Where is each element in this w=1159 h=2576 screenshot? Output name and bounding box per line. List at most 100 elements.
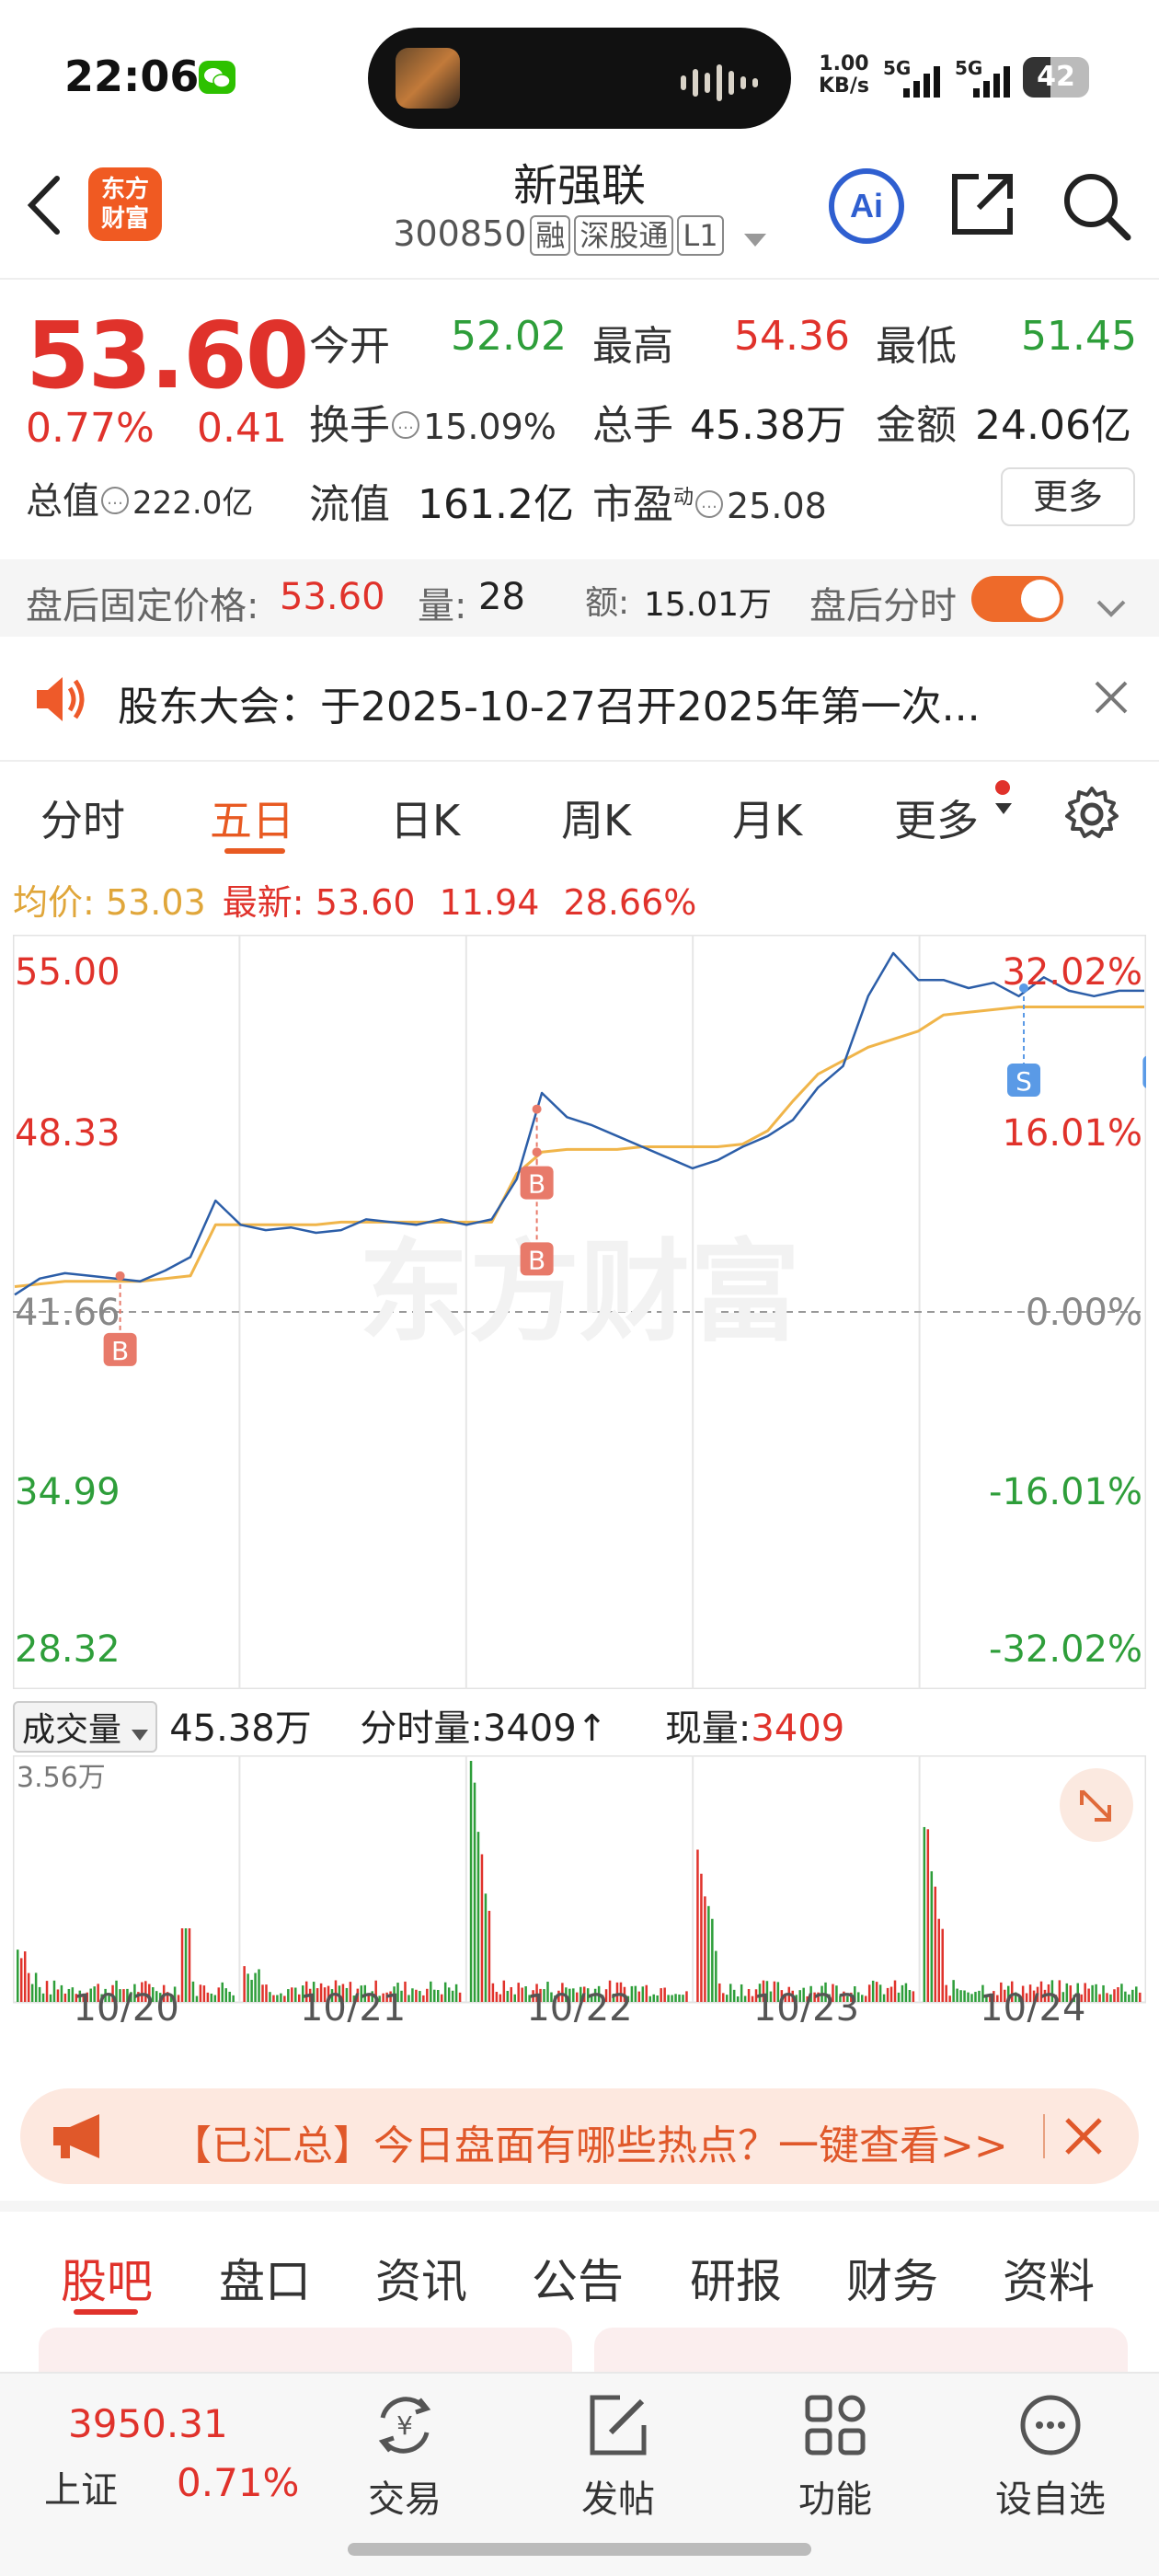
volume-bar — [1098, 1994, 1101, 2002]
close-icon[interactable] — [1063, 2116, 1104, 2160]
nav-add-watchlist[interactable]: 设自选 — [986, 2390, 1115, 2523]
volume-bar — [937, 1918, 940, 2002]
sell-marker[interactable] — [1142, 1055, 1146, 1088]
volume-bar — [502, 1980, 506, 2002]
volume-bar — [740, 1984, 743, 2002]
close-icon[interactable] — [1093, 679, 1130, 726]
stock-header: 东方 财富 新强联 300850 融深股通 L1 Ai — [0, 129, 1159, 276]
volume-bar — [1095, 1984, 1097, 2002]
volume-bar — [276, 1995, 279, 2002]
volume-bar — [671, 1995, 673, 2002]
trade-point — [532, 1104, 542, 1114]
nav-post[interactable]: 发帖 — [554, 2390, 683, 2523]
volume-bar — [743, 1995, 747, 2002]
promo-text: 【已汇总】今日盘面有哪些热点？一键查看>> — [171, 2122, 1008, 2169]
info-icon[interactable]: … — [392, 411, 419, 439]
volume-bar — [1091, 1984, 1094, 2002]
ai-icon[interactable]: Ai — [828, 167, 905, 248]
marker-label: B — [111, 1336, 129, 1366]
volume-bar — [1124, 1991, 1127, 2002]
tab-financials[interactable]: 财务 — [846, 2245, 938, 2311]
pe-row[interactable]: 市盈动… 25.08 — [592, 471, 827, 530]
tab-weekly-k[interactable]: 周K — [561, 788, 631, 848]
volume-bar — [272, 1995, 275, 2002]
pe-value: 25.08 — [727, 486, 827, 526]
volume-bar — [517, 1983, 520, 2002]
high-label: 最高 — [592, 323, 673, 370]
change-pct: 0.77% — [26, 405, 155, 452]
turnover-value: 15.09% — [423, 407, 557, 447]
announcement-bar[interactable]: 股东大会：于2025-10-27召开2025年第一次... — [0, 648, 1159, 751]
volume-bar — [247, 1973, 249, 2002]
tab-daily-k[interactable]: 日K — [390, 788, 460, 848]
expand-icon[interactable] — [1060, 1768, 1133, 1842]
volume-bar — [678, 1994, 681, 2002]
volume-bar — [19, 1958, 23, 2002]
volume-bar — [641, 1986, 645, 2002]
after-vol-value: 28 — [478, 576, 525, 618]
wechat-icon — [197, 59, 237, 99]
y-axis-tick-right: -32.02% — [989, 1628, 1142, 1671]
volume-bar — [912, 1991, 915, 2002]
volume-chart[interactable]: 3.56万 10/20 10/21 10/22 10/23 10/24 — [13, 1755, 1146, 2022]
promo-banner[interactable]: 【已汇总】今日盘面有哪些热点？一键查看>> — [20, 2088, 1139, 2184]
volume-bar — [711, 1918, 714, 2002]
margin-tag: 融 — [530, 215, 571, 256]
volume-bar — [948, 1995, 951, 2002]
volume-bar — [426, 1988, 429, 2002]
nav-functions-label: 功能 — [798, 2478, 872, 2521]
volume-bar — [875, 1982, 878, 2002]
tab-monthly-k[interactable]: 月K — [732, 788, 802, 848]
tab-research[interactable]: 研报 — [690, 2245, 782, 2311]
tab-profile[interactable]: 资料 — [1003, 2245, 1095, 2311]
volume-bar — [480, 1854, 484, 2002]
volume-bar — [34, 1972, 38, 2002]
mktcap-row[interactable]: 总值… 222.0亿 — [26, 471, 253, 524]
volume-bar — [908, 1990, 912, 2002]
volume-bar — [1113, 1989, 1116, 2002]
volume-bar — [1087, 1988, 1090, 2002]
volume-dropdown[interactable]: 成交量 — [13, 1701, 158, 1753]
volume-bar — [191, 1981, 195, 2002]
nav-post-label: 发帖 — [581, 2478, 655, 2521]
search-icon[interactable] — [1060, 169, 1133, 247]
volume-bar — [476, 1832, 480, 2002]
volume-bar — [952, 1980, 955, 2002]
volume-bar — [1106, 1993, 1108, 2002]
tab-forum[interactable]: 股吧 — [61, 2245, 153, 2311]
now-volume-label: 现量: — [664, 1708, 752, 1750]
tab-news[interactable]: 资讯 — [375, 2245, 467, 2311]
signal-bars-icon — [901, 64, 944, 101]
index-name: 上证 — [44, 2469, 118, 2512]
five-day-price-chart[interactable]: 东方财富 BBBSS 55.0032.02%48.3316.01%41.660.… — [13, 935, 1146, 1689]
x-axis-date: 10/23 — [753, 1987, 859, 2022]
chevron-down-icon[interactable] — [1095, 587, 1128, 629]
volume-bar — [23, 1951, 27, 2002]
volume-bar — [430, 1981, 432, 2002]
tab-more[interactable]: 更多 — [894, 788, 979, 848]
after-hours-toggle[interactable] — [971, 576, 1063, 622]
share-icon[interactable] — [947, 169, 1017, 243]
tab-intraday[interactable]: 分时 — [40, 788, 125, 848]
dynamic-island[interactable] — [368, 28, 791, 129]
nav-add-watchlist-label: 设自选 — [995, 2478, 1106, 2521]
up-arrow-icon: ↑ — [576, 1708, 608, 1750]
nav-trade-label: 交易 — [368, 2478, 442, 2521]
volume-bar — [488, 1910, 491, 2002]
turnover-row[interactable]: 换手… 15.09% — [309, 392, 557, 451]
tab-announcements[interactable]: 公告 — [532, 2245, 624, 2311]
y-axis-tick-left: 28.32 — [15, 1628, 120, 1671]
nav-trade[interactable]: ¥ 交易 — [340, 2390, 469, 2523]
tab-five-day[interactable]: 五日 — [210, 788, 294, 848]
after-amt-value: 15.01万 — [644, 586, 773, 624]
more-button[interactable]: 更多 — [1001, 467, 1135, 526]
nav-functions[interactable]: 功能 — [771, 2390, 900, 2523]
svg-text:¥: ¥ — [396, 2410, 413, 2441]
tab-orderbook[interactable]: 盘口 — [219, 2245, 311, 2311]
volume-bar — [199, 1984, 202, 2002]
gear-icon[interactable] — [1061, 784, 1122, 848]
info-icon[interactable]: … — [101, 487, 129, 514]
dropdown-triangle-icon — [743, 216, 766, 257]
info-icon[interactable]: … — [695, 490, 724, 518]
avg-label: 均价: — [13, 882, 95, 923]
